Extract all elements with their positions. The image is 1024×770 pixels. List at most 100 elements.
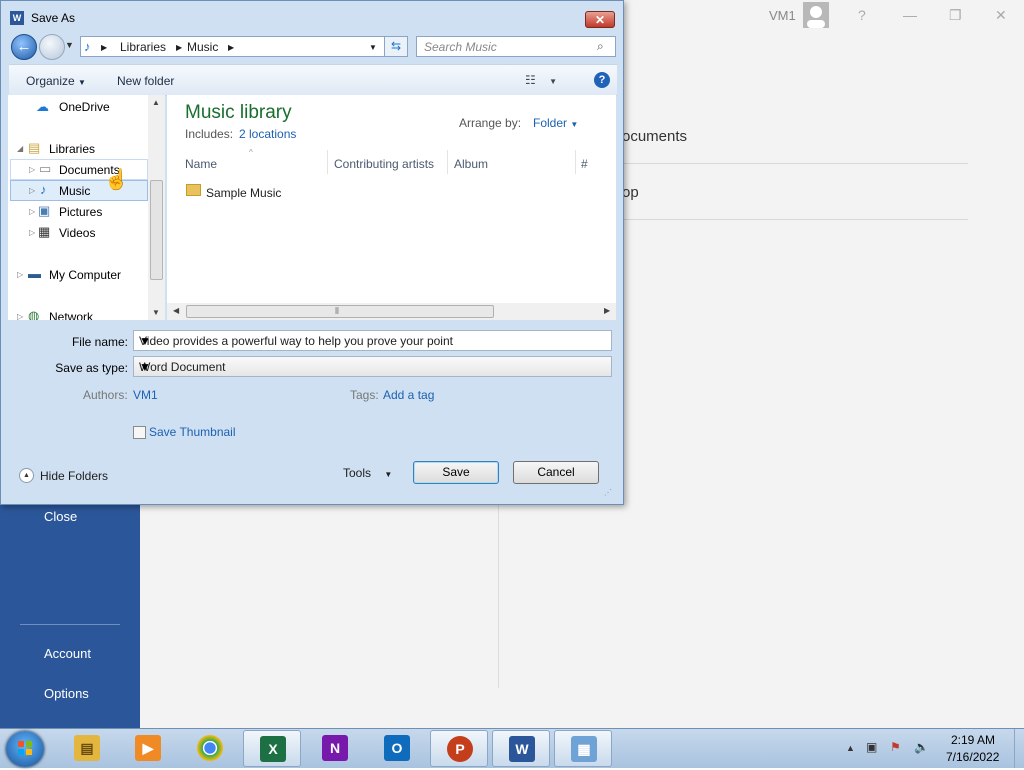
- collapse-icon[interactable]: ▲: [19, 468, 34, 483]
- save-thumbnail-label[interactable]: Save Thumbnail: [149, 425, 236, 439]
- column-divider[interactable]: [447, 150, 448, 174]
- address-dropdown-icon[interactable]: ▼: [369, 43, 377, 52]
- nav-videos[interactable]: Videos: [59, 226, 95, 240]
- organize-button[interactable]: Organize ▼: [26, 74, 86, 88]
- network-status-icon[interactable]: ▣: [866, 740, 877, 754]
- search-input[interactable]: Search Music ⌕: [416, 36, 616, 57]
- authors-label: Authors:: [83, 388, 128, 402]
- backstage-close[interactable]: Close: [44, 509, 77, 524]
- library-title: Music library: [185, 102, 292, 123]
- backstage-place-documents[interactable]: ocuments: [622, 128, 687, 145]
- taskbar-word[interactable]: W: [492, 730, 550, 767]
- breadcrumb-separator: ▶: [228, 43, 235, 52]
- scroll-right-icon[interactable]: ▶: [604, 306, 610, 315]
- collapsed-arrow-icon[interactable]: ▷: [17, 312, 23, 320]
- cloud-icon: ☁: [36, 99, 49, 114]
- taskbar-powerpoint[interactable]: P: [430, 730, 488, 767]
- save-thumbnail-checkbox[interactable]: [133, 426, 146, 439]
- help-icon[interactable]: ?: [594, 72, 610, 88]
- nav-my-computer[interactable]: My Computer: [49, 268, 121, 282]
- help-icon[interactable]: ?: [858, 7, 866, 23]
- computer-icon: ▬: [28, 266, 41, 281]
- new-folder-button[interactable]: New folder: [117, 74, 174, 88]
- music-note-icon: ♪: [40, 182, 47, 197]
- start-button[interactable]: [6, 731, 44, 767]
- file-name-input[interactable]: Video provides a powerful way to help yo…: [133, 330, 612, 351]
- column-header-name[interactable]: Name: [185, 157, 217, 171]
- hide-folders-button[interactable]: Hide Folders: [40, 469, 108, 483]
- authors-value[interactable]: VM1: [133, 388, 158, 402]
- column-header-artists[interactable]: Contributing artists: [334, 157, 434, 171]
- user-name[interactable]: VM1: [769, 8, 796, 23]
- scroll-down-icon[interactable]: ▼: [152, 308, 160, 317]
- collapsed-arrow-icon[interactable]: ▷: [29, 165, 35, 174]
- taskbar-outlook[interactable]: O: [368, 730, 426, 767]
- column-divider[interactable]: [575, 150, 576, 174]
- nav-scrollbar-thumb[interactable]: [150, 180, 163, 280]
- scroll-left-icon[interactable]: ◀: [173, 306, 179, 315]
- tags-value[interactable]: Add a tag: [383, 388, 434, 402]
- restore-icon[interactable]: ❐: [949, 7, 962, 24]
- backstage-options[interactable]: Options: [44, 686, 89, 701]
- library-includes-label: Includes:: [185, 127, 234, 141]
- avatar[interactable]: [803, 2, 829, 28]
- taskbar-chrome[interactable]: [181, 730, 239, 767]
- resize-grip-icon[interactable]: ⋰: [604, 488, 612, 497]
- clock-date[interactable]: 7/16/2022: [946, 750, 999, 764]
- taskbar-explorer[interactable]: ▤: [58, 730, 116, 767]
- action-center-icon[interactable]: ⚑: [890, 740, 901, 754]
- scroll-up-icon[interactable]: ▲: [152, 98, 160, 107]
- change-view-icon[interactable]: ☷ ▼: [525, 73, 557, 87]
- windows-logo-icon: [18, 741, 32, 755]
- tray-expand-icon[interactable]: ▲: [846, 743, 855, 753]
- hscroll-thumb[interactable]: ⦀: [186, 305, 494, 318]
- organize-label: Organize: [26, 74, 75, 88]
- nav-pictures[interactable]: Pictures: [59, 205, 102, 219]
- collapsed-arrow-icon[interactable]: ▷: [29, 186, 35, 195]
- nav-network[interactable]: Network: [49, 310, 93, 320]
- show-desktop-button[interactable]: [1014, 729, 1024, 768]
- cancel-button[interactable]: Cancel: [513, 461, 599, 484]
- minimize-icon[interactable]: —: [903, 7, 917, 23]
- address-bar[interactable]: ♪ ▶ Libraries ▶ Music ▶ ▼: [80, 36, 408, 57]
- backstage-account[interactable]: Account: [44, 646, 91, 661]
- network-icon: ◍: [28, 308, 40, 320]
- volume-icon[interactable]: 🔈: [914, 740, 929, 754]
- dialog-close-button[interactable]: ✕: [585, 11, 615, 28]
- nav-onedrive[interactable]: OneDrive: [59, 100, 110, 114]
- nav-libraries[interactable]: Libraries: [49, 142, 95, 156]
- folder-icon: [186, 184, 201, 196]
- outlook-icon: O: [384, 735, 410, 761]
- chevron-down-icon[interactable]: ▼: [65, 40, 74, 50]
- dialog-titlebar[interactable]: W Save As ✕: [1, 1, 623, 31]
- list-item-name[interactable]: Sample Music: [206, 186, 281, 200]
- refresh-button[interactable]: ⇆: [384, 36, 408, 57]
- taskbar-excel[interactable]: X: [243, 730, 301, 767]
- back-button[interactable]: ←: [11, 34, 37, 60]
- save-button[interactable]: Save: [413, 461, 499, 484]
- tools-button[interactable]: Tools ▼: [343, 466, 392, 480]
- library-locations-link[interactable]: 2 locations: [239, 127, 296, 141]
- breadcrumb-music[interactable]: Music: [187, 40, 218, 54]
- window-close-icon[interactable]: ✕: [995, 7, 1007, 24]
- nav-music[interactable]: Music: [59, 184, 90, 198]
- taskbar-control-panel[interactable]: ▦: [554, 730, 612, 767]
- backstage-place-desktop[interactable]: op: [622, 184, 639, 201]
- collapsed-arrow-icon[interactable]: ▷: [17, 270, 23, 279]
- arrange-by-dropdown[interactable]: Folder ▼: [533, 116, 578, 130]
- taskbar-media-player[interactable]: ▶: [119, 730, 177, 767]
- column-header-album[interactable]: Album: [454, 157, 488, 171]
- collapsed-arrow-icon[interactable]: ▷: [29, 228, 35, 237]
- breadcrumb-libraries[interactable]: Libraries: [120, 40, 166, 54]
- expanded-arrow-icon[interactable]: ◢: [17, 144, 23, 153]
- word-icon: W: [10, 11, 24, 25]
- column-divider[interactable]: [327, 150, 328, 174]
- taskbar-onenote[interactable]: N: [306, 730, 364, 767]
- save-type-select[interactable]: Word Document ▼: [133, 356, 612, 377]
- chevron-down-icon[interactable]: ▼: [139, 360, 606, 374]
- collapsed-arrow-icon[interactable]: ▷: [29, 207, 35, 216]
- clock-time[interactable]: 2:19 AM: [951, 733, 995, 747]
- chevron-down-icon[interactable]: ▼: [139, 334, 606, 348]
- column-header-number[interactable]: #: [581, 157, 588, 171]
- forward-button[interactable]: [39, 34, 65, 60]
